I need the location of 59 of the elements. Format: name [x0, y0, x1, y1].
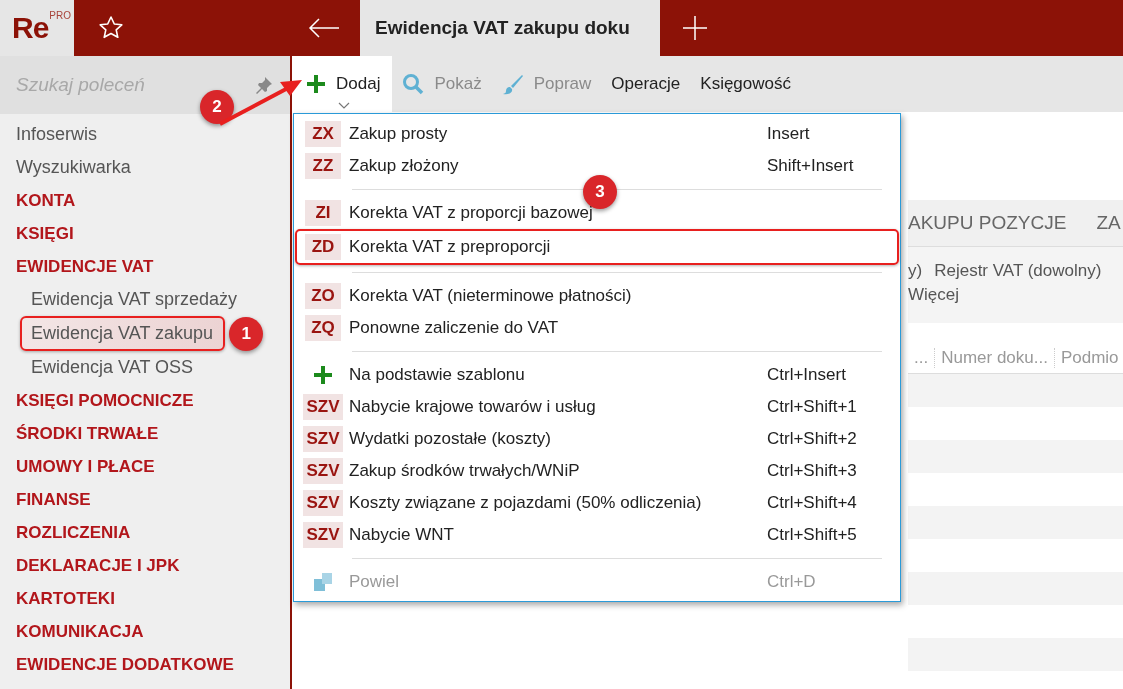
logo-text: Re: [12, 10, 49, 46]
search-icon: [402, 73, 425, 95]
sidebar-item[interactable]: ŚRODKI TRWAŁE: [0, 417, 290, 450]
sidebar-item[interactable]: KONTA: [0, 184, 290, 217]
menu-item[interactable]: SZV Wydatki pozostałe (koszty) Ctrl+Shift+2: [297, 423, 897, 455]
sidebar-item[interactable]: KSIĘGI POMOCNICZE: [0, 384, 290, 417]
menu-item[interactable]: SZV Koszty związane z pojazdami (50% odliczenia) Ctrl+Shift+4: [297, 487, 897, 519]
brush-icon: [501, 73, 524, 95]
filter-link[interactable]: Rejestr VAT (dowolny): [934, 261, 1102, 281]
sidebar-item[interactable]: KSIĘGI: [0, 217, 290, 250]
sidebar-item[interactable]: Wyszukiwarka: [0, 151, 290, 184]
menu-item[interactable]: ZD Korekta VAT z preproporcji: [295, 229, 899, 265]
document-type-code: SZV: [303, 522, 343, 548]
caret-icon: [338, 102, 350, 109]
document-type-code: ZX: [305, 121, 341, 147]
back-arrow-icon[interactable]: [308, 18, 340, 38]
document-type-code: SZV: [303, 458, 343, 484]
pin-icon[interactable]: [254, 75, 274, 95]
sidebar-item[interactable]: KARTOTEKI: [0, 582, 290, 615]
logo-edition-label: PRO: [49, 10, 72, 21]
view-tab[interactable]: AKUPU POZYCJE: [908, 212, 1067, 234]
toolbar-button[interactable]: Dodaj: [292, 56, 393, 112]
document-type-code: SZV: [303, 394, 343, 420]
document-type-code: ZD: [305, 234, 341, 260]
new-tab-icon[interactable]: [682, 15, 708, 41]
toolbar-button[interactable]: Operacje: [601, 56, 691, 112]
filter-link[interactable]: Więcej: [908, 285, 959, 305]
sidebar-item[interactable]: EWIDENCJE DODATKOWE: [0, 648, 290, 681]
annotation-marker: 1: [229, 316, 264, 351]
star-icon[interactable]: [98, 15, 124, 41]
filter-link[interactable]: y): [908, 261, 923, 281]
sidebar-item[interactable]: ROZLICZENIA: [0, 516, 290, 549]
sidebar-item[interactable]: Ewidencja VAT OSS: [0, 351, 194, 384]
document-type-code: ZZ: [305, 153, 341, 179]
menu-item[interactable]: ZQ Ponowne zaliczenie do VAT: [297, 312, 897, 344]
sidebar-item[interactable]: DEKLARACJE I JPK: [0, 549, 290, 582]
menu-item[interactable]: ZX Zakup prosty Insert: [297, 118, 897, 150]
menu-item[interactable]: SZV Nabycie WNT Ctrl+Shift+5: [297, 519, 897, 551]
document-type-code: ZI: [305, 200, 341, 226]
document-type-code: ZO: [305, 283, 341, 309]
document-type-code: SZV: [303, 490, 343, 516]
sidebar-item[interactable]: FINANSE: [0, 483, 290, 516]
view-tab[interactable]: ZA: [1096, 212, 1121, 234]
menu-item[interactable]: SZV Zakup środków trwałych/WNiP Ctrl+Shift+3: [297, 455, 897, 487]
toolbar-button[interactable]: Księgowość: [690, 56, 801, 112]
plus-icon: [306, 74, 326, 94]
duplicate-icon: [313, 572, 333, 592]
sidebar-item[interactable]: KOMUNIKACJA: [0, 615, 290, 648]
menu-item[interactable]: ZO Korekta VAT (nieterminowe płatności): [297, 280, 897, 312]
sidebar-item[interactable]: EWIDENCJE VAT: [0, 250, 290, 283]
plus-icon: [313, 365, 333, 385]
menu-item[interactable]: SZV Nabycie krajowe towarów i usług Ctrl+Shift+1: [297, 391, 897, 423]
document-type-code: ZQ: [305, 315, 341, 341]
document-type-code: SZV: [303, 426, 343, 452]
menu-item[interactable]: Na podstawie szablonu Ctrl+Insert: [297, 359, 897, 391]
sidebar-item[interactable]: UMOWY I PŁACE: [0, 450, 290, 483]
sidebar-item[interactable]: Ewidencja VAT sprzedaży: [0, 283, 238, 316]
sidebar-item[interactable]: Ewidencja VAT zakupu: [20, 316, 226, 351]
document-tab[interactable]: Ewidencja VAT zakupu doku: [360, 0, 660, 56]
